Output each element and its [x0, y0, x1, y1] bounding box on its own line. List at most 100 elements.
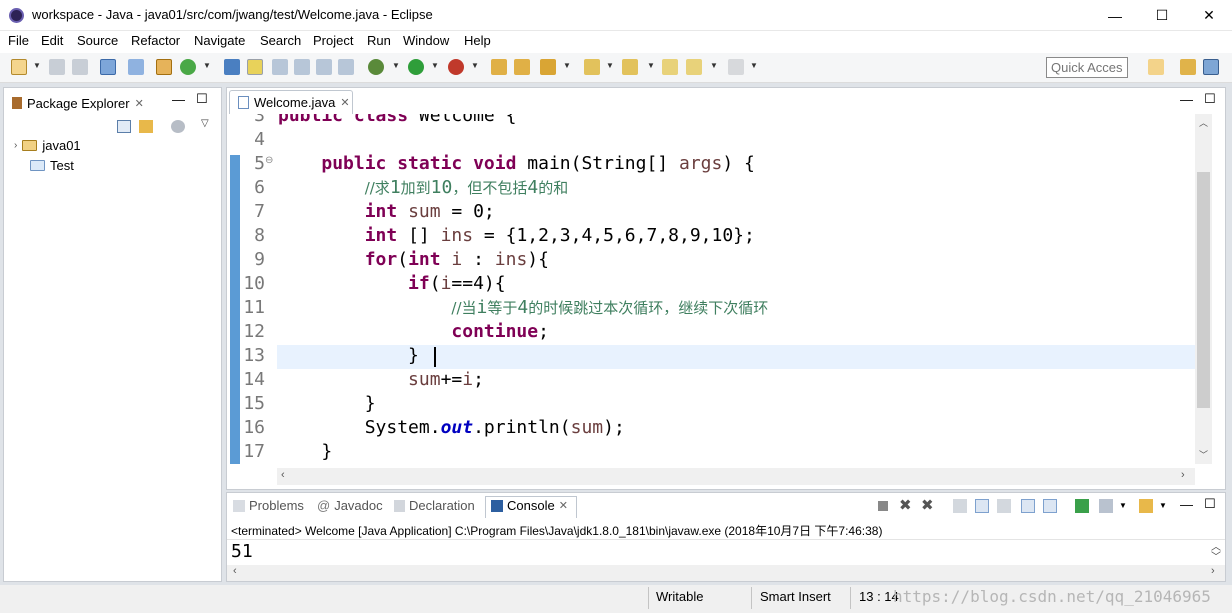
console-scroll-icon[interactable]: ︿ ﹀ — [1211, 543, 1221, 563]
run-dropdown-icon[interactable]: ▼ — [431, 61, 439, 70]
new-java-project-icon[interactable] — [156, 59, 172, 75]
menu-help[interactable]: Help — [464, 33, 491, 48]
menu-refactor[interactable]: Refactor — [131, 33, 180, 48]
editor-horizontal-scrollbar[interactable]: ‹ › — [277, 468, 1195, 485]
package-explorer-tab[interactable]: Package Explorer ✕ — [12, 92, 144, 114]
external-tools-dropdown-icon[interactable]: ▼ — [471, 61, 479, 70]
tree-item-test[interactable]: Test — [30, 158, 74, 173]
focus-on-task-icon[interactable] — [171, 120, 185, 133]
forward-dropdown-icon[interactable]: ▼ — [750, 61, 758, 70]
next-annotation-icon[interactable] — [584, 59, 600, 75]
close-button[interactable]: ✕ — [1186, 0, 1232, 31]
scroll-right-icon[interactable]: › — [1211, 565, 1215, 577]
scroll-left-icon[interactable]: ‹ — [281, 469, 285, 481]
new-icon[interactable] — [11, 59, 27, 75]
external-tools-icon[interactable] — [448, 59, 464, 75]
skip-breakpoints-icon[interactable] — [128, 59, 144, 75]
java-ee-perspective-icon[interactable] — [1180, 59, 1196, 75]
maximize-console-icon[interactable]: ☐ — [1204, 496, 1216, 512]
scroll-lock-icon[interactable] — [975, 499, 989, 513]
menu-edit[interactable]: Edit — [41, 33, 63, 48]
back-dropdown-icon[interactable]: ▼ — [710, 61, 718, 70]
display-console-icon[interactable] — [1099, 499, 1113, 513]
tab-console[interactable]: Console ✕ — [491, 498, 568, 513]
remove-launch-icon[interactable]: ✖ — [899, 496, 912, 514]
run-icon[interactable] — [408, 59, 424, 75]
maximize-editor-icon[interactable]: ☐ — [1204, 91, 1216, 107]
clear-console-icon[interactable] — [953, 499, 967, 513]
next-annotation-dropdown-icon[interactable]: ▼ — [606, 61, 614, 70]
debug-dropdown-icon[interactable]: ▼ — [392, 61, 400, 70]
forward-icon[interactable] — [728, 59, 744, 75]
menu-navigate[interactable]: Navigate — [194, 33, 245, 48]
maximize-view-icon[interactable]: ☐ — [196, 91, 208, 107]
tree-item-java01[interactable]: › java01 — [14, 138, 81, 153]
new-class-dropdown-icon[interactable]: ▼ — [203, 61, 211, 70]
tab-problems[interactable]: Problems — [233, 498, 304, 513]
console-horizontal-scrollbar[interactable]: ‹ › — [227, 565, 1225, 581]
editor-tab-welcome-java[interactable]: Welcome.java ✕ — [229, 90, 353, 114]
debug-icon[interactable] — [368, 59, 384, 75]
menu-project[interactable]: Project — [313, 33, 353, 48]
view-menu-icon[interactable]: ▽ — [201, 118, 209, 129]
minimize-view-icon[interactable]: — — [172, 92, 185, 107]
remove-all-launches-icon[interactable]: ✖ — [921, 496, 934, 514]
pin-dropdown-icon[interactable]: ▼ — [563, 61, 571, 70]
show-selected-icon[interactable] — [338, 59, 354, 75]
scroll-down-icon[interactable]: ﹀ — [1199, 448, 1208, 461]
open-type-icon[interactable] — [224, 59, 240, 75]
open-console-icon[interactable] — [1139, 499, 1153, 513]
save-icon[interactable] — [49, 59, 65, 75]
fold-toggle-icon[interactable]: ⊖ — [265, 155, 273, 166]
terminal-icon[interactable] — [100, 59, 116, 75]
console-output[interactable]: 51 — [231, 541, 253, 562]
scroll-left-icon[interactable]: ‹ — [233, 565, 237, 577]
scrollbar-thumb[interactable] — [1197, 172, 1210, 408]
word-wrap-icon[interactable] — [294, 59, 310, 75]
scroll-right-icon[interactable]: › — [1181, 469, 1185, 481]
display-console-dropdown-icon[interactable]: ▼ — [1119, 501, 1127, 510]
menu-source[interactable]: Source — [77, 33, 118, 48]
block-selection-icon[interactable] — [272, 59, 288, 75]
minimize-button[interactable]: — — [1092, 0, 1138, 31]
tab-javadoc[interactable]: @ Javadoc — [317, 498, 383, 513]
scroll-up-icon[interactable]: ︿ — [1199, 116, 1208, 129]
mark-occurrences-icon[interactable] — [247, 59, 263, 75]
show-on-stdout-icon[interactable] — [1021, 499, 1035, 513]
collapse-all-icon[interactable] — [117, 120, 131, 133]
close-tab-icon[interactable]: ✕ — [559, 499, 568, 512]
new-class-icon[interactable] — [180, 59, 196, 75]
show-on-stderr-icon[interactable] — [1043, 499, 1057, 513]
previous-annotation-dropdown-icon[interactable]: ▼ — [647, 61, 655, 70]
new-dropdown-icon[interactable]: ▼ — [33, 61, 41, 70]
back-icon[interactable] — [686, 59, 702, 75]
previous-annotation-icon[interactable] — [622, 59, 638, 75]
open-perspective-icon[interactable] — [1148, 59, 1164, 75]
editor-vertical-scrollbar[interactable]: ︿ ﹀ — [1195, 114, 1212, 464]
pin-icon[interactable] — [540, 59, 556, 75]
quick-access-input[interactable] — [1046, 57, 1128, 78]
close-tab-icon[interactable]: ✕ — [340, 96, 349, 109]
minimize-console-icon[interactable]: — — [1180, 497, 1193, 512]
menu-window[interactable]: Window — [403, 33, 449, 48]
word-wrap-icon[interactable] — [997, 499, 1011, 513]
menu-run[interactable]: Run — [367, 33, 391, 48]
tab-declaration[interactable]: Declaration — [394, 498, 475, 513]
menu-file[interactable]: File — [8, 33, 29, 48]
pin-console-icon[interactable] — [1075, 499, 1089, 513]
open-console-dropdown-icon[interactable]: ▼ — [1159, 501, 1167, 510]
link-with-editor-icon[interactable] — [139, 120, 153, 133]
save-all-icon[interactable] — [72, 59, 88, 75]
open-folder-icon[interactable] — [514, 59, 530, 75]
last-edit-icon[interactable] — [662, 59, 678, 75]
maximize-button[interactable]: ☐ — [1139, 0, 1185, 31]
java-perspective-icon[interactable] — [1203, 59, 1219, 75]
close-view-icon[interactable]: ✕ — [135, 97, 144, 110]
terminate-icon[interactable] — [878, 501, 888, 511]
code-area[interactable]: 3 public class Welcome {4 5 public static … — [227, 114, 1195, 464]
chevron-right-icon[interactable]: › — [14, 140, 17, 151]
show-whitespace-icon[interactable] — [316, 59, 332, 75]
minimize-editor-icon[interactable]: — — [1180, 92, 1193, 107]
menu-search[interactable]: Search — [260, 33, 301, 48]
open-task-icon[interactable] — [491, 59, 507, 75]
